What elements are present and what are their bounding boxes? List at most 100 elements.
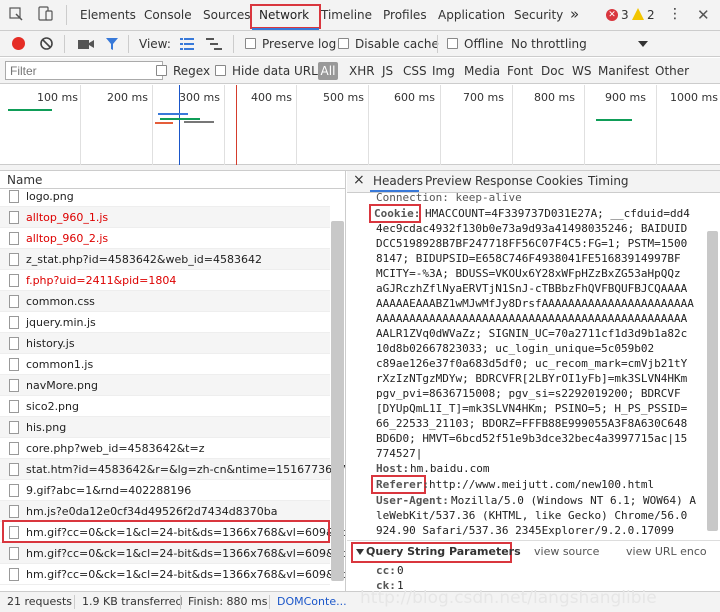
- details-tabs: × Headers Preview Response Cookies Timin…: [347, 171, 720, 193]
- view-source-link[interactable]: view source: [534, 545, 599, 558]
- type-filter-all[interactable]: All: [318, 62, 338, 80]
- inspect-icon[interactable]: [9, 7, 23, 21]
- request-bar: [8, 109, 52, 111]
- cookie-value-line: AALR1ZVq0dWVaZz; SIGNIN_UC=70a2711cf1d3d…: [376, 327, 688, 340]
- chevron-down-icon[interactable]: [638, 41, 648, 47]
- hide-data-urls-checkbox[interactable]: [215, 65, 226, 76]
- request-row[interactable]: core.php?web_id=4583642&t=z: [0, 438, 330, 459]
- dom-content-loaded: DOMConte...: [277, 595, 347, 608]
- tab-security[interactable]: Security: [514, 8, 563, 22]
- waterfall-icon[interactable]: [206, 38, 222, 50]
- close-devtools-icon[interactable]: ✕: [697, 6, 710, 24]
- large-rows-icon[interactable]: [180, 38, 194, 50]
- type-filter-ws[interactable]: WS: [572, 64, 591, 78]
- tab-headers[interactable]: Headers: [373, 174, 423, 188]
- request-name: navMore.png: [26, 379, 98, 392]
- filter-icon[interactable]: [105, 37, 119, 51]
- regex-checkbox[interactable]: [156, 65, 167, 76]
- query-string-title[interactable]: Query String Parameters: [366, 545, 521, 558]
- type-filter-css[interactable]: CSS: [403, 64, 427, 78]
- type-filter-media[interactable]: Media: [464, 64, 500, 78]
- tab-elements[interactable]: Elements: [80, 8, 136, 22]
- user-agent-line: 924.90 Safari/537.36 2345Explorer/9.2.0.…: [376, 524, 675, 537]
- request-row[interactable]: navMore.png: [0, 375, 330, 396]
- type-filter-doc[interactable]: Doc: [541, 64, 564, 78]
- offline-checkbox[interactable]: [447, 38, 458, 49]
- type-filter-font[interactable]: Font: [507, 64, 533, 78]
- cookie-value-line: pgv_pvi=8636715008; pgv_si=s2292019200; …: [376, 387, 681, 400]
- dom-content-loaded-marker: [179, 85, 180, 165]
- request-row[interactable]: alltop_960_2.js: [0, 228, 330, 249]
- record-button[interactable]: [12, 37, 25, 50]
- clear-icon[interactable]: [40, 37, 53, 50]
- type-filter-other[interactable]: Other: [655, 64, 689, 78]
- tab-console[interactable]: Console: [144, 8, 192, 22]
- request-row[interactable]: history.js: [0, 333, 330, 354]
- request-name: jquery.min.js: [26, 316, 96, 329]
- disable-cache-checkbox[interactable]: [338, 38, 349, 49]
- devtools-menu-button[interactable]: ⋮: [668, 6, 682, 22]
- request-row[interactable]: his.png: [0, 417, 330, 438]
- cookie-value-line: HMACCOUNT=4F339737D031E27A; __cfduid=dd4: [425, 207, 690, 220]
- close-details-button[interactable]: ×: [353, 172, 365, 188]
- tab-application[interactable]: Application: [438, 8, 505, 22]
- type-filter-xhr[interactable]: XHR: [349, 64, 375, 78]
- request-list-scrollbar[interactable]: [331, 221, 344, 581]
- file-icon: [9, 400, 19, 413]
- request-row[interactable]: hm.gif?cc=0&ck=1&cl=24-bit&ds=1366x768&v…: [0, 564, 345, 585]
- type-filter-manifest[interactable]: Manifest: [598, 64, 649, 78]
- chevron-down-icon[interactable]: [356, 549, 364, 555]
- more-tabs-button[interactable]: »: [570, 5, 579, 23]
- device-mode-icon[interactable]: [38, 6, 54, 22]
- request-name: common1.js: [26, 358, 94, 371]
- request-row[interactable]: jquery.min.js: [0, 312, 330, 333]
- cookie-value-line: BD6D0; HMVT=6bcd52f51e9b3dce32bec4a39977…: [376, 432, 688, 445]
- request-row[interactable]: sico2.png: [0, 396, 330, 417]
- request-row[interactable]: logo.png: [0, 186, 330, 207]
- tab-sources[interactable]: Sources: [203, 8, 250, 22]
- request-row[interactable]: common1.js: [0, 354, 330, 375]
- tab-timing[interactable]: Timing: [588, 174, 629, 188]
- request-row[interactable]: hm.js?e0da12e0cf34d49526f2d7434d8370ba: [0, 501, 330, 522]
- name-column-header[interactable]: Name: [7, 173, 42, 187]
- request-row[interactable]: z_stat.php?id=4583642&web_id=4583642: [0, 249, 330, 270]
- view-label: View:: [139, 37, 171, 51]
- tab-response[interactable]: Response: [475, 174, 533, 188]
- cookie-key: Cookie:: [374, 207, 421, 220]
- tab-preview[interactable]: Preview: [425, 174, 472, 188]
- tab-profiles[interactable]: Profiles: [383, 8, 427, 22]
- request-row[interactable]: common.css: [0, 291, 330, 312]
- request-row[interactable]: stat.htm?id=4583642&r=&lg=zh-cn&ntime=15…: [0, 459, 345, 480]
- tab-cookies[interactable]: Cookies: [536, 174, 583, 188]
- timeline-tick: 800 ms: [534, 91, 575, 104]
- divider: [180, 595, 181, 609]
- timeline-tick: 400 ms: [251, 91, 292, 104]
- grid-line: [440, 85, 441, 165]
- request-row[interactable]: alltop_960_1.js: [0, 207, 330, 228]
- timeline-tick: 300 ms: [179, 91, 220, 104]
- cookie-value-line: 66_22533_21103; BDORZ=FFFB88E999055A3F8A…: [376, 417, 688, 430]
- devtools-tabbar: Elements Console Sources Network Timelin…: [0, 0, 720, 31]
- tab-network[interactable]: Network: [259, 8, 309, 22]
- type-filter-js[interactable]: JS: [382, 64, 393, 78]
- view-url-encoded-link[interactable]: view URL enco: [626, 545, 707, 558]
- filter-input[interactable]: [5, 61, 163, 80]
- request-row[interactable]: 9.gif?abc=1&rnd=402288196: [0, 480, 330, 501]
- type-filter-img[interactable]: Img: [432, 64, 455, 78]
- section-divider: [347, 540, 720, 541]
- timeline-overview[interactable]: 100 ms 200 ms 300 ms 400 ms 500 ms 600 m…: [0, 85, 720, 165]
- capture-screenshots-icon[interactable]: [78, 38, 94, 50]
- file-icon: [9, 253, 19, 266]
- file-icon: [9, 379, 19, 392]
- error-icon[interactable]: ✕: [606, 9, 618, 21]
- request-row[interactable]: hm.gif?cc=0&ck=1&cl=24-bit&ds=1366x768&v…: [0, 543, 345, 564]
- warning-icon[interactable]: [632, 8, 644, 20]
- preserve-log-checkbox[interactable]: [245, 38, 256, 49]
- grid-line: [368, 85, 369, 165]
- request-row[interactable]: f.php?uid=2411&pid=1804: [0, 270, 330, 291]
- cookie-value-line: 774527|: [376, 447, 423, 460]
- tab-timeline[interactable]: Timeline: [321, 8, 372, 22]
- details-scrollbar[interactable]: [707, 231, 718, 531]
- throttling-select[interactable]: No throttling: [511, 37, 587, 51]
- divider: [128, 35, 129, 53]
